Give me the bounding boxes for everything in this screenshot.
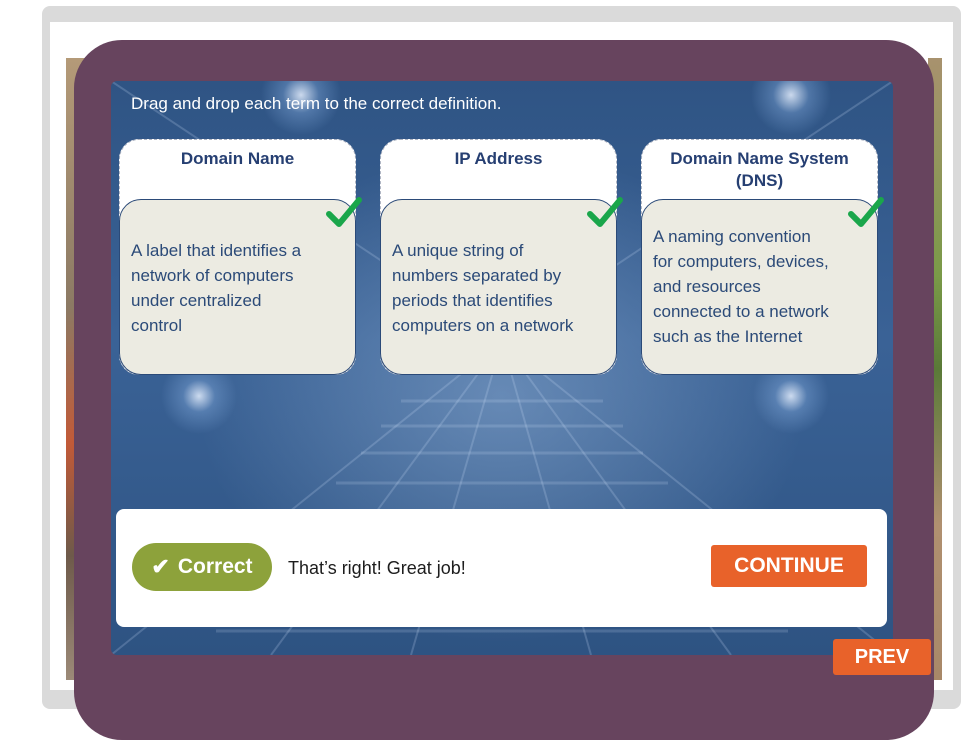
term-title: IP Address [454, 149, 543, 168]
prev-button[interactable]: PREV [833, 639, 931, 675]
checkmark-icon [848, 197, 884, 227]
term-card-dns[interactable]: Domain Name System (DNS) A naming conven… [641, 139, 884, 375]
term-title: Domain Name System (DNS) [670, 149, 849, 190]
feedback-panel: ✔ Correct That’s right! Great job! CONTI… [116, 509, 887, 627]
checkmark-icon [587, 197, 623, 227]
term-card-ip-address[interactable]: IP Address A unique string of numbers se… [380, 139, 623, 375]
definition-card[interactable]: A label that identifies a network of com… [119, 199, 356, 375]
definition-card[interactable]: A unique string of numbers separated by … [380, 199, 617, 375]
definition-text: A label that identifies a network of com… [131, 241, 302, 335]
correct-badge: ✔ Correct [132, 543, 272, 591]
continue-button[interactable]: CONTINUE [711, 545, 867, 587]
correct-label: Correct [177, 555, 253, 578]
feedback-message: That’s right! Great job! [288, 558, 466, 578]
term-card-domain-name[interactable]: Domain Name A label that identifies a ne… [119, 139, 362, 375]
definition-card[interactable]: A naming convention for computers, devic… [641, 199, 878, 375]
term-title: Domain Name [180, 149, 295, 168]
activity-stage: Drag and drop each term to the correct d… [111, 81, 893, 655]
checkmark-icon [326, 197, 362, 227]
checkmark-icon: ✔ [151, 554, 170, 579]
definition-text: A unique string of numbers separated by … [392, 241, 574, 335]
definition-text: A naming convention for computers, devic… [653, 227, 829, 346]
instructions-text: Drag and drop each term to the correct d… [131, 94, 502, 113]
